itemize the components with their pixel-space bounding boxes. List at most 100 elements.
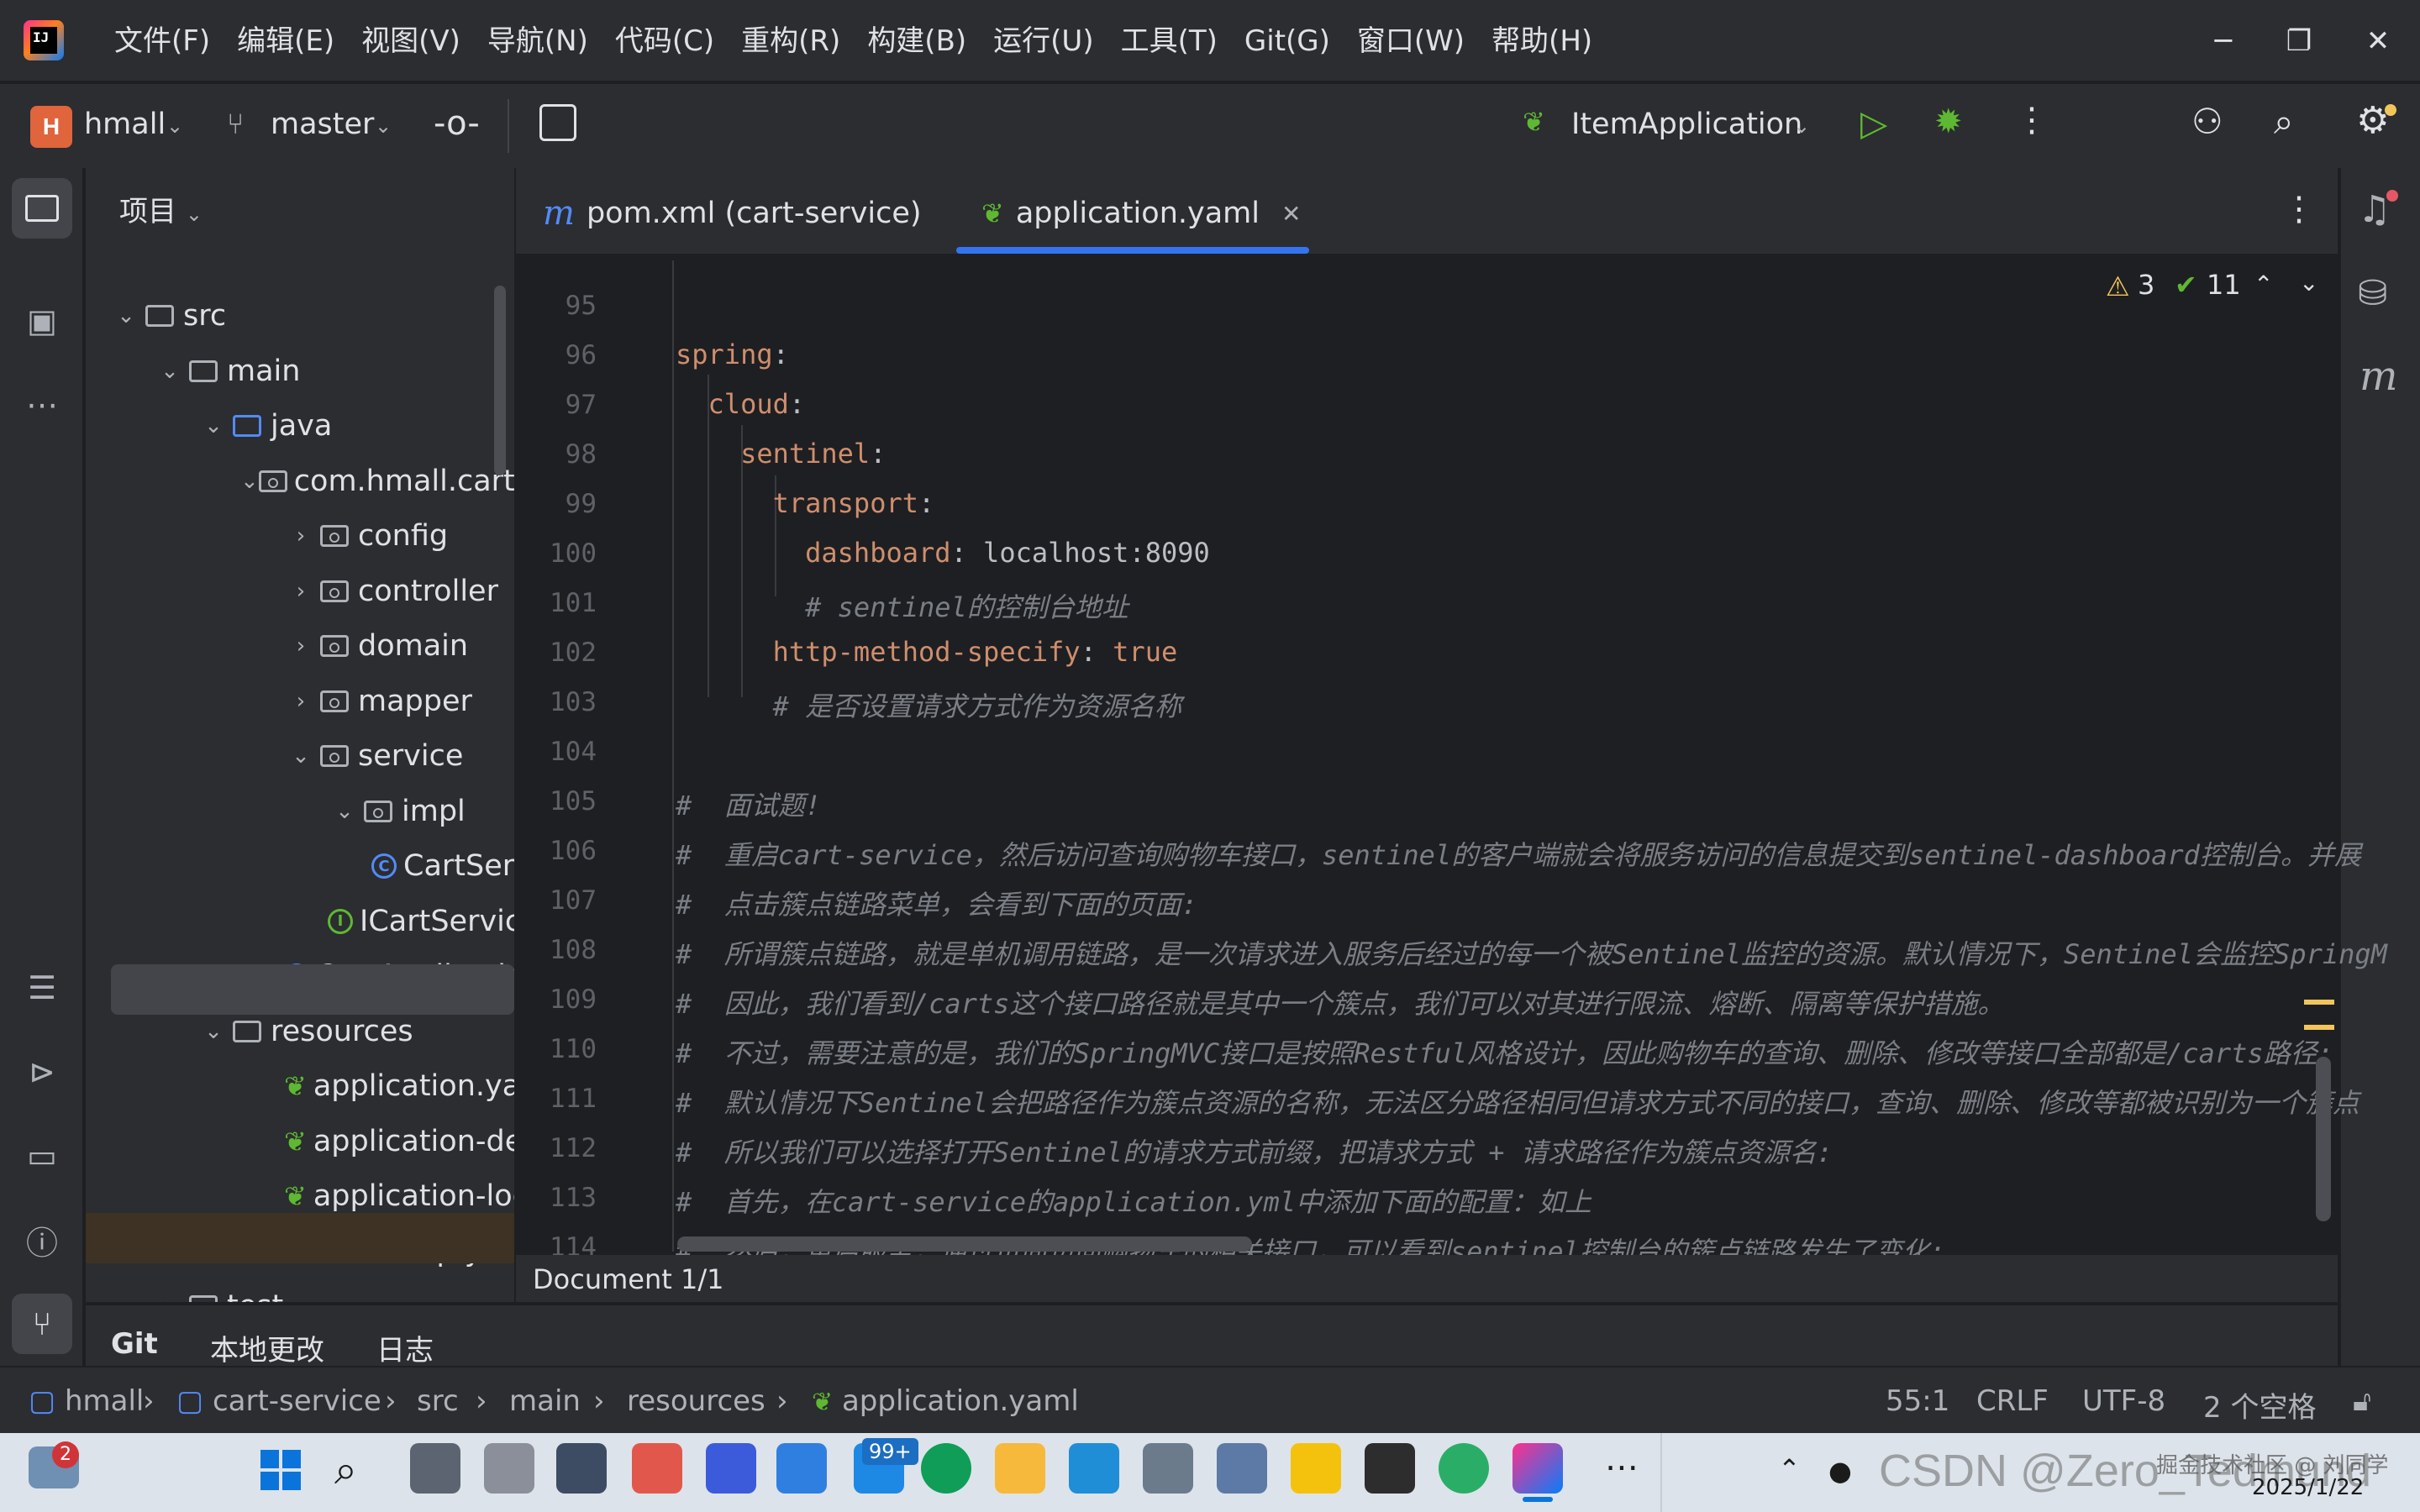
add-user-icon[interactable]: ⚇ (2191, 101, 2223, 142)
file-encoding[interactable]: UTF-8 (2082, 1384, 2165, 1418)
menu-item[interactable]: 帮助(H) (1478, 20, 1606, 62)
cursor-position[interactable]: 55:1 (1886, 1384, 1949, 1418)
tree-scrollbar[interactable] (494, 286, 506, 475)
code-line[interactable]: # 不过，需要注意的是，我们的SpringMVC接口是按照Restful风格设计… (676, 1032, 2333, 1071)
more-tools-icon[interactable]: ⋯ (12, 375, 72, 435)
intellij-taskbar-icon[interactable] (1512, 1443, 1563, 1494)
breadcrumb-src[interactable]: src (417, 1384, 459, 1418)
code-line[interactable]: # 所以我们可以选择打开Sentinel的请求方式前缀，把请求方式 + 请求路径… (676, 1131, 1833, 1170)
chevron-down-icon[interactable]: ⌄ (197, 1019, 230, 1044)
indent-setting[interactable]: 2 个空格 (2203, 1384, 2316, 1425)
tray-expand-icon[interactable]: ⌃ (1778, 1453, 1801, 1485)
menu-item[interactable]: 运行(U) (980, 20, 1107, 62)
vertical-scrollbar[interactable] (2316, 1057, 2331, 1221)
code-line[interactable]: # 面试题! (676, 785, 821, 823)
chevron-right-icon[interactable]: › (284, 633, 318, 659)
menu-item[interactable]: 代码(C) (602, 20, 728, 62)
code-line[interactable]: # 因此，我们看到/carts这个接口路径就是其中一个簇点，我们可以对其进行限流… (676, 983, 2004, 1021)
terminal-icon[interactable]: ▭ (12, 1126, 72, 1186)
code-line[interactable]: # 默认情况下Sentinel会把路径作为簇点资源的名称，无法区分路径相同但请求… (676, 1082, 2360, 1121)
windows-start-icon[interactable] (260, 1450, 301, 1490)
breadcrumb-file[interactable]: ❦ application.yaml (812, 1384, 1079, 1418)
edge-browser-icon[interactable] (921, 1443, 971, 1494)
ok-count[interactable]: 11 (2207, 269, 2241, 301)
close-window-icon[interactable]: ✕ (2353, 20, 2403, 62)
database-icon[interactable]: ⛁ (2358, 272, 2387, 313)
lock-icon[interactable]: 🔓︎ (2353, 1384, 2371, 1418)
close-tab-icon[interactable]: ✕ (1281, 200, 1301, 228)
more-apps-icon[interactable]: ⋯ (1605, 1448, 1639, 1487)
code-line[interactable]: # 所谓簇点链路，就是单机调用链路，是一次请求进入服务后经过的每一个被Senti… (676, 933, 2387, 972)
chevron-down-icon[interactable]: ⌄ (166, 114, 183, 138)
warning-icon[interactable]: ⚠ (2106, 270, 2130, 302)
chevron-right-icon[interactable]: › (284, 689, 318, 714)
code-line[interactable]: # 是否设置请求方式作为资源名称 (676, 685, 1182, 724)
chevron-down-icon[interactable]: ⌄ (197, 413, 230, 438)
menu-item[interactable]: 工具(T) (1107, 20, 1231, 62)
menu-item[interactable]: 窗口(W) (1344, 20, 1478, 62)
warning-count[interactable]: 3 (2138, 269, 2154, 301)
search-icon[interactable]: ⌕ (2274, 101, 2294, 143)
tree-item[interactable]: ❦application-dev.yaml (86, 1116, 514, 1167)
menu-item[interactable]: 编辑(E) (224, 20, 348, 62)
minimize-icon[interactable]: ─ (2198, 20, 2249, 62)
tree-item[interactable]: ⌄ java (86, 401, 514, 451)
qq-tray-icon[interactable]: ● (1828, 1455, 1852, 1487)
services-icon[interactable]: ⊳ (12, 1042, 72, 1102)
git-icon[interactable]: ⑂ (12, 1294, 72, 1354)
project-panel-title[interactable]: 项目 ⌄ (119, 188, 203, 229)
run-icon[interactable]: ▷ (1860, 102, 1887, 144)
pdf-app-icon[interactable] (1291, 1443, 1341, 1494)
horizontal-scrollbar[interactable] (677, 1236, 1252, 1252)
code-line[interactable]: http-method-specify: true (676, 636, 1178, 668)
breadcrumb-resources[interactable]: resources (627, 1384, 765, 1418)
code-line[interactable]: sentinel: (676, 438, 886, 470)
chevron-down-icon[interactable]: ⌄ (153, 359, 187, 384)
code-line[interactable]: transport: (676, 487, 935, 519)
code-line[interactable]: spring: (676, 339, 789, 370)
breadcrumb-hmall[interactable]: ▢ hmall (29, 1384, 144, 1418)
code-line[interactable]: # 重启cart-service，然后访问查询购物车接口，sentinel的客户… (676, 834, 2361, 873)
terminal-app-icon[interactable] (1365, 1443, 1415, 1494)
tree-item[interactable]: ⌄ service (86, 731, 514, 781)
wechat-icon[interactable] (1439, 1443, 1489, 1494)
tree-item[interactable]: ❦application.yaml (86, 1061, 514, 1111)
commit-icon[interactable]: -o- (434, 104, 480, 143)
tree-item[interactable]: ⌄ main (86, 346, 514, 396)
tab-git[interactable]: Git (111, 1327, 158, 1361)
code-line[interactable]: # sentinel的控制台地址 (676, 586, 1128, 625)
tree-item[interactable]: › config (86, 511, 514, 561)
tree-item[interactable]: › controller (86, 566, 514, 617)
next-highlight-icon[interactable]: ⌄ (2299, 269, 2318, 297)
project-folder-icon[interactable] (12, 178, 72, 239)
chevron-down-icon[interactable]: ⌄ (375, 114, 392, 138)
taskbar-app-icon[interactable] (484, 1443, 534, 1494)
chevron-down-icon[interactable]: ⌄ (109, 303, 143, 328)
settings-icon[interactable]: ⚙ (2356, 99, 2389, 142)
save-icon[interactable] (539, 104, 576, 141)
taskbar-app-icon[interactable] (1069, 1443, 1119, 1494)
chevron-right-icon[interactable]: › (284, 523, 318, 549)
code-line[interactable]: dashboard: localhost:8090 (676, 537, 1210, 569)
chevron-down-icon[interactable]: ⌄ (328, 799, 361, 824)
store-icon[interactable] (776, 1443, 827, 1494)
branch-name[interactable]: master (271, 108, 374, 141)
chevron-down-icon[interactable]: ⌄ (284, 743, 318, 769)
structure-icon[interactable]: ▣ (12, 291, 72, 351)
tree-item[interactable]: ⌄ impl (86, 786, 514, 837)
tree-item[interactable]: ⌄ com.hmall.cart (86, 456, 514, 507)
chevron-down-icon[interactable]: ⌄ (1793, 114, 1810, 138)
code-line[interactable]: # 首先，在cart-service的application.yml中添加下面的… (676, 1181, 1591, 1220)
error-stripe-mark[interactable] (2304, 1025, 2334, 1030)
camera-app-icon[interactable] (556, 1443, 607, 1494)
tab-application-yaml[interactable]: ❦ application.yaml ✕ (981, 190, 1301, 237)
code-line[interactable]: # 点击簇点链路菜单，会看到下面的页面: (676, 884, 1197, 922)
maven-icon[interactable]: m (2360, 353, 2398, 400)
breadcrumb-cart-service[interactable]: ▢ cart-service (176, 1384, 381, 1418)
previous-highlight-icon[interactable]: ⌃ (2254, 270, 2273, 298)
code-line[interactable]: cloud: (676, 388, 806, 420)
tree-item[interactable]: › test (86, 1281, 514, 1302)
chevron-right-icon[interactable]: › (153, 1294, 187, 1302)
run-config-name[interactable]: ItemApplication (1571, 108, 1802, 141)
menu-item[interactable]: 导航(N) (474, 20, 602, 62)
